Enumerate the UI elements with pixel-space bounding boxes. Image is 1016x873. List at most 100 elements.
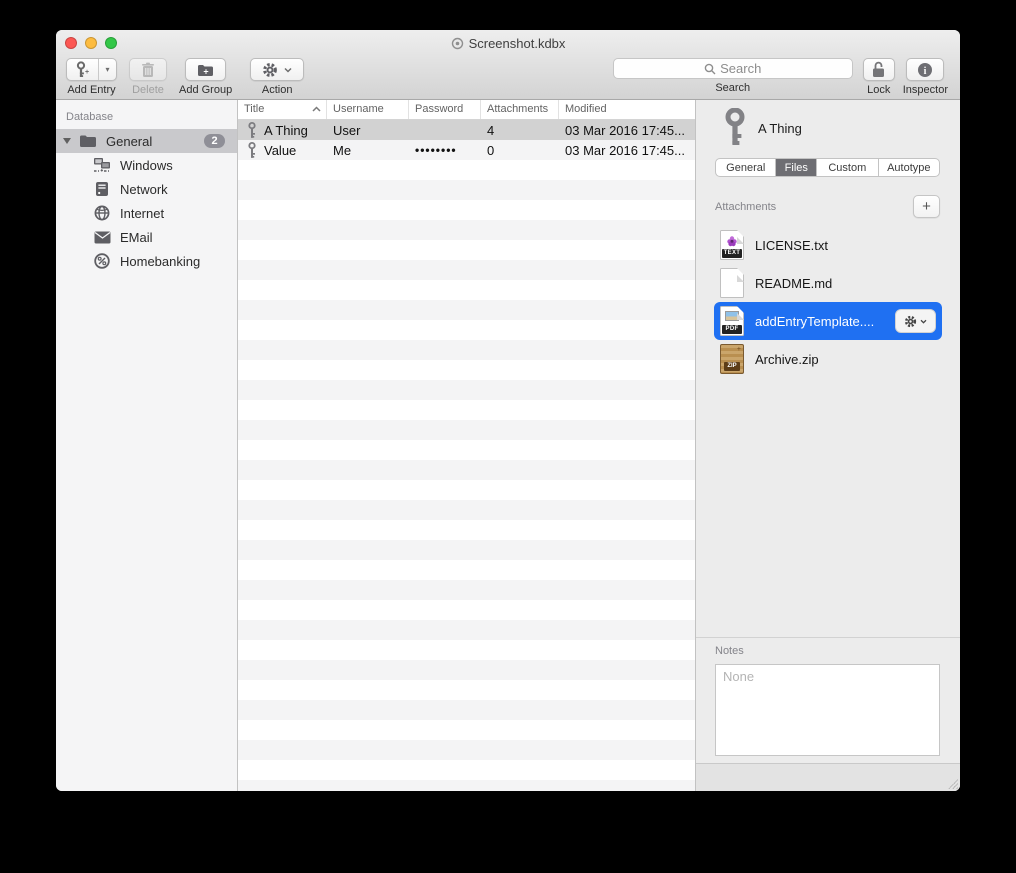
attachment-name: LICENSE.txt: [755, 238, 828, 253]
lock-button[interactable]: [863, 58, 895, 81]
document-proxy-icon[interactable]: [451, 37, 464, 50]
column-header-modified[interactable]: Modified: [559, 100, 695, 119]
sidebar-item-homebanking[interactable]: Homebanking: [56, 249, 237, 273]
column-header-title[interactable]: Title: [238, 100, 327, 119]
gear-icon: [262, 62, 278, 78]
percent-icon: [92, 252, 112, 270]
column-header-username[interactable]: Username: [327, 100, 409, 119]
globe-icon: [92, 204, 112, 222]
entry-cell-modified: 03 Mar 2016 17:45...: [559, 140, 695, 160]
add-entry-label: Add Entry: [67, 84, 115, 96]
empty-table-row: [238, 720, 695, 740]
sidebar-item-label: Windows: [120, 158, 173, 173]
inspector-button[interactable]: i: [906, 58, 944, 81]
empty-table-row: [238, 260, 695, 280]
attachment-row[interactable]: +ZIPArchive.zip: [714, 340, 942, 378]
empty-table-row: [238, 500, 695, 520]
add-group-button[interactable]: +: [185, 58, 226, 81]
disclosure-triangle-icon[interactable]: [63, 138, 71, 144]
app-window: Screenshot.kdbx + ▾ Add Entry: [56, 30, 960, 791]
window-chrome: Screenshot.kdbx + ▾ Add Entry: [56, 30, 960, 100]
empty-table-row: [238, 340, 695, 360]
entry-table: TitleUsernamePasswordAttachmentsModified…: [238, 100, 695, 791]
sidebar-item-label: EMail: [120, 230, 153, 245]
tab-files[interactable]: Files: [776, 159, 817, 176]
table-header: TitleUsernamePasswordAttachmentsModified: [238, 100, 695, 120]
empty-table-row: [238, 300, 695, 320]
svg-text:+: +: [203, 66, 208, 76]
add-entry-dropdown[interactable]: ▾: [99, 59, 116, 80]
empty-table-row: [238, 580, 695, 600]
folder-plus-icon: +: [197, 63, 214, 77]
entry-row[interactable]: A ThingUser403 Mar 2016 17:45...: [238, 120, 695, 140]
add-attachment-button[interactable]: +: [913, 195, 940, 218]
sidebar-item-label: Network: [120, 182, 168, 197]
sidebar-item-email[interactable]: EMail: [56, 225, 237, 249]
empty-table-row: [238, 220, 695, 240]
pdf-file-icon: PDF: [720, 306, 744, 336]
gear-icon: [904, 315, 917, 328]
entry-cell-attachments: 4: [481, 120, 559, 140]
sidebar-group-label: General: [106, 134, 152, 149]
tab-autotype[interactable]: Autotype: [879, 159, 939, 176]
search-label: Search: [715, 82, 750, 94]
search-input[interactable]: [614, 59, 852, 78]
attachment-row[interactable]: TEXT LICENSE.txt: [714, 226, 942, 264]
envelope-icon: [92, 228, 112, 246]
sidebar-item-internet[interactable]: Internet: [56, 201, 237, 225]
database-section-header: Database: [56, 100, 237, 129]
key-icon: [247, 122, 257, 139]
attachment-row[interactable]: README.md: [714, 264, 942, 302]
server-icon: [92, 180, 112, 198]
zip-file-icon: +ZIP: [720, 344, 744, 374]
open-padlock-icon: [871, 61, 886, 78]
tab-custom[interactable]: Custom: [817, 159, 878, 176]
notes-label: Notes: [715, 645, 744, 657]
empty-table-row: [238, 560, 695, 580]
empty-table-row: [238, 200, 695, 220]
search-field[interactable]: Search: [613, 58, 853, 79]
tab-general[interactable]: General: [716, 159, 776, 176]
action-button[interactable]: [250, 58, 304, 81]
attachment-name: README.md: [755, 276, 832, 291]
minimize-button[interactable]: [85, 37, 97, 49]
column-header-attachments[interactable]: Attachments: [481, 100, 559, 119]
notes-textarea[interactable]: [715, 664, 940, 756]
sidebar-item-network[interactable]: Network: [56, 177, 237, 201]
svg-text:i: i: [924, 66, 927, 77]
empty-table-row: [238, 700, 695, 720]
attachment-name: addEntryTemplate....: [755, 314, 874, 329]
sidebar-item-windows[interactable]: Windows: [56, 153, 237, 177]
sidebar-group-general[interactable]: General 2: [56, 129, 237, 153]
empty-table-row: [238, 460, 695, 480]
empty-table-row: [238, 440, 695, 460]
attachment-actions-button[interactable]: [895, 309, 936, 333]
empty-table-row: [238, 660, 695, 680]
delete-button[interactable]: [129, 58, 167, 81]
inspector-tabs: GeneralFilesCustomAutotype: [715, 158, 940, 177]
entry-row[interactable]: ValueMe••••••••003 Mar 2016 17:45...: [238, 140, 695, 160]
plus-icon: +: [922, 198, 931, 215]
chevron-down-icon: [920, 319, 927, 324]
column-header-password[interactable]: Password: [409, 100, 481, 119]
empty-table-row: [238, 180, 695, 200]
info-icon: i: [917, 62, 933, 78]
close-button[interactable]: [65, 37, 77, 49]
key-plus-icon: +: [67, 59, 99, 80]
key-icon: [247, 142, 257, 159]
svg-text:+: +: [85, 69, 89, 76]
empty-table-row: [238, 400, 695, 420]
delete-label: Delete: [132, 84, 164, 96]
text-file-icon: TEXT: [720, 230, 744, 260]
empty-table-row: [238, 640, 695, 660]
attachment-row[interactable]: PDF addEntryTemplate....: [714, 302, 942, 340]
entry-cell-username: User: [327, 120, 409, 140]
add-entry-button[interactable]: + ▾: [66, 58, 117, 81]
zoom-button[interactable]: [105, 37, 117, 49]
inspector-label: Inspector: [903, 84, 948, 96]
empty-table-row: [238, 620, 695, 640]
resize-grip[interactable]: [948, 779, 958, 789]
empty-table-row: [238, 240, 695, 260]
entry-cell-modified: 03 Mar 2016 17:45...: [559, 120, 695, 140]
sort-ascending-icon: [312, 106, 321, 112]
